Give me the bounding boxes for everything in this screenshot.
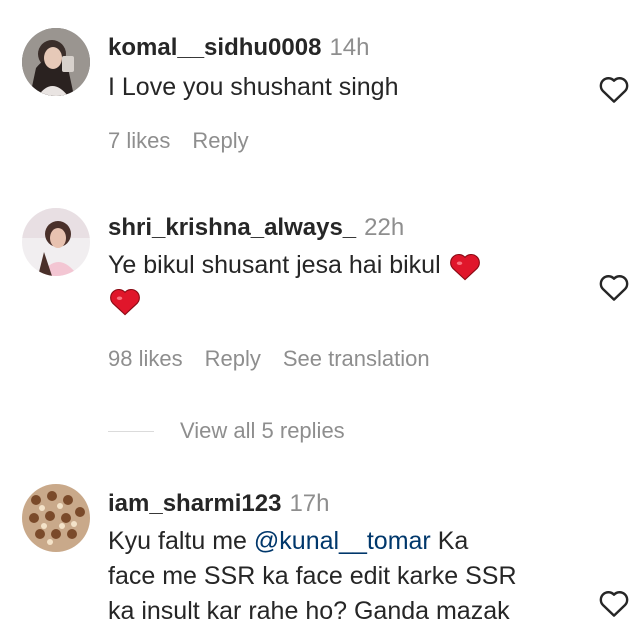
likes-count[interactable]: 7 likes [108, 128, 170, 153]
comment-text: Kyu faltu me @kunal__tomar Ka face me SS… [108, 524, 578, 629]
view-replies-button[interactable]: View all 5 replies [108, 418, 345, 444]
comment-meta: 7 likes Reply [108, 128, 271, 154]
comment-username[interactable]: komal__sidhu0008 14h [108, 34, 370, 62]
comment-username[interactable]: iam_sharmi123 17h [108, 490, 330, 518]
comment-text-line2: face me SSR ka face edit karke SSR [108, 562, 517, 590]
comment-text-line3: ka insult kar rahe ho? Ganda mazak [108, 597, 510, 625]
comment-text-body: I Love you shushant singh [108, 73, 399, 101]
comment-text-body: Ye bikul shusant jesa hai bikul [108, 251, 441, 279]
comment-text: Ye bikul shusant jesa hai bikul [108, 248, 578, 318]
comment-meta: 98 likes Reply See translation [108, 346, 452, 372]
see-translation-button[interactable]: See translation [283, 346, 430, 371]
heart-outline-icon[interactable] [598, 74, 630, 104]
replies-divider [108, 430, 154, 432]
reply-button[interactable]: Reply [205, 346, 261, 371]
likes-count[interactable]: 98 likes [108, 346, 183, 371]
reply-button[interactable]: Reply [192, 128, 248, 153]
comment-text-suffix: Ka [430, 527, 469, 555]
comment-text: I Love you shushant singh [108, 70, 578, 105]
comment-time: 17h [289, 490, 330, 517]
comment-username[interactable]: shri_krishna_always_ 22h [108, 214, 404, 242]
heart-outline-icon[interactable] [598, 272, 630, 302]
heart-outline-icon[interactable] [598, 588, 630, 618]
red-heart-emoji-icon [449, 254, 480, 281]
username-text[interactable]: shri_krishna_always_ [108, 214, 356, 241]
avatar[interactable] [22, 28, 90, 96]
avatar[interactable] [22, 484, 90, 552]
comment-time: 14h [329, 34, 370, 61]
comments-section: komal__sidhu0008 14h I Love you shushant … [0, 0, 640, 633]
mention-link[interactable]: @kunal__tomar [254, 527, 431, 555]
comment-time: 22h [364, 214, 405, 241]
avatar[interactable] [22, 208, 90, 276]
username-text[interactable]: komal__sidhu0008 [108, 34, 321, 61]
comment-text-prefix: Kyu faltu me [108, 527, 254, 555]
red-heart-emoji-icon [110, 289, 140, 316]
username-text[interactable]: iam_sharmi123 [108, 490, 281, 517]
view-replies-label[interactable]: View all 5 replies [180, 418, 345, 444]
